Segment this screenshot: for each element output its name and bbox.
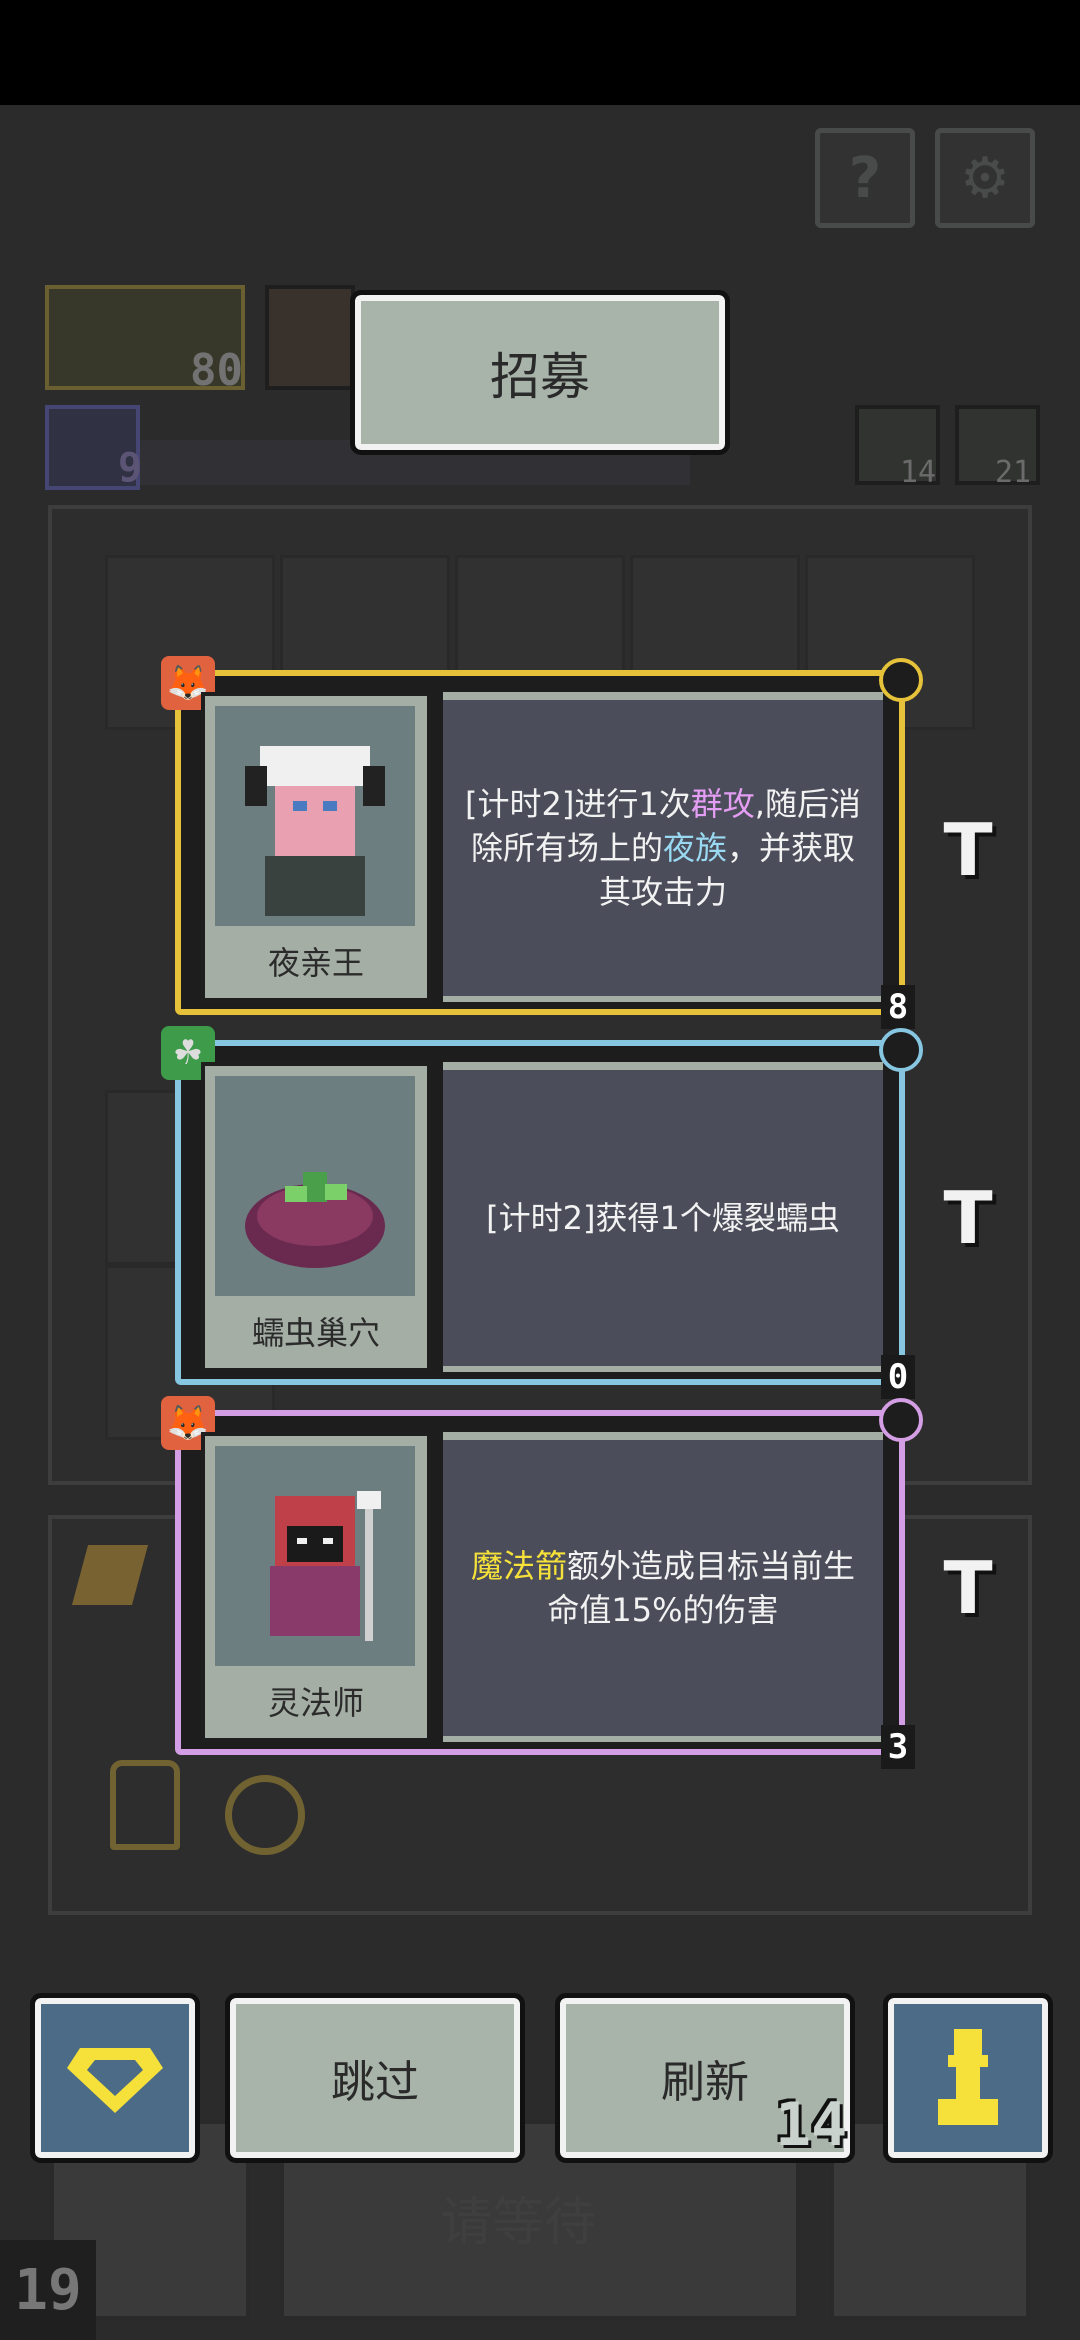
resource-value: 80 — [190, 345, 243, 396]
description-segment: 群攻 — [690, 785, 755, 823]
lock-button[interactable]: T — [928, 808, 1008, 892]
help-button[interactable]: ? — [815, 128, 915, 228]
unit-portrait: 夜亲王 — [201, 692, 431, 1002]
gear-icon: ⚙ — [959, 145, 1011, 211]
worm-nest-icon — [215, 1076, 415, 1296]
lock-icon: T — [943, 1176, 993, 1260]
skip-button[interactable]: 跳过 — [225, 1993, 525, 2163]
turn-counter: 14 — [900, 455, 937, 490]
description-segment: 魔法箭 — [470, 1547, 567, 1585]
trophy-counter: 21 — [995, 455, 1032, 490]
help-icon: ? — [848, 145, 882, 211]
description-segment: [计时2]进行1次 — [465, 785, 691, 823]
recruit-card[interactable]: 🦊 夜亲王 [计时2]进行1次群攻,随后消除所有场上的夜族，并获取其攻击力 8 — [161, 656, 923, 1029]
coin-icon — [225, 1775, 305, 1855]
description-segment: 夜族 — [662, 829, 727, 867]
lock-icon: T — [943, 808, 993, 892]
unit-name: 灵法师 — [267, 1684, 364, 1722]
spirit-mage-icon — [215, 1446, 415, 1666]
unit-description: [计时2]进行1次群攻,随后消除所有场上的夜族，并获取其攻击力 — [443, 692, 883, 1002]
vampire-lord-icon — [215, 706, 415, 926]
description-segment: 爆裂蠕虫 — [711, 1199, 840, 1237]
unit-portrait: 灵法师 — [201, 1432, 431, 1742]
round-number: 19 — [0, 2240, 96, 2340]
unit-name: 蠕虫巢穴 — [251, 1314, 380, 1352]
shield-icon — [879, 1028, 923, 1072]
energy-value: 9 — [118, 445, 143, 491]
shield-icon — [879, 658, 923, 702]
unit-cost: 8 — [881, 985, 915, 1029]
recruit-card[interactable]: ☘ 蠕虫巢穴 [计时2]获得1个爆裂蠕虫 0 — [161, 1026, 923, 1399]
settings-button[interactable]: ⚙ — [935, 128, 1035, 228]
lock-button[interactable]: T — [928, 1546, 1008, 1630]
description-segment: 额外造成目标当前生命值15%的伤害 — [547, 1547, 856, 1629]
recruit-card[interactable]: 🦊 灵法师 魔法箭额外造成目标当前生命值15%的伤害 3 — [161, 1396, 923, 1769]
shop-button[interactable] — [30, 1993, 200, 2163]
refresh-cost: 14 — [775, 2090, 848, 2160]
lock-button[interactable]: T — [928, 1176, 1008, 1260]
trophy-icon — [110, 1760, 180, 1850]
lock-icon: T — [943, 1546, 993, 1630]
pawn-button[interactable] — [883, 1993, 1053, 2163]
backpack-slot[interactable] — [265, 285, 355, 390]
unit-cost: 3 — [881, 1725, 915, 1769]
description-segment: [计时2]获得1个 — [486, 1199, 712, 1237]
status-bar — [0, 0, 1080, 105]
unit-description: [计时2]获得1个爆裂蠕虫 — [443, 1062, 883, 1372]
unit-description: 魔法箭额外造成目标当前生命值15%的伤害 — [443, 1432, 883, 1742]
shield-icon — [879, 1398, 923, 1442]
diamond-icon — [67, 2048, 163, 2113]
unit-cost: 0 — [881, 1355, 915, 1399]
unit-name: 夜亲王 — [267, 944, 364, 982]
unit-portrait: 蠕虫巢穴 — [201, 1062, 431, 1372]
recruit-title: 招募 — [350, 290, 730, 455]
pawn-icon — [938, 2029, 998, 2125]
wait-label: 请等待 — [440, 2193, 597, 2253]
